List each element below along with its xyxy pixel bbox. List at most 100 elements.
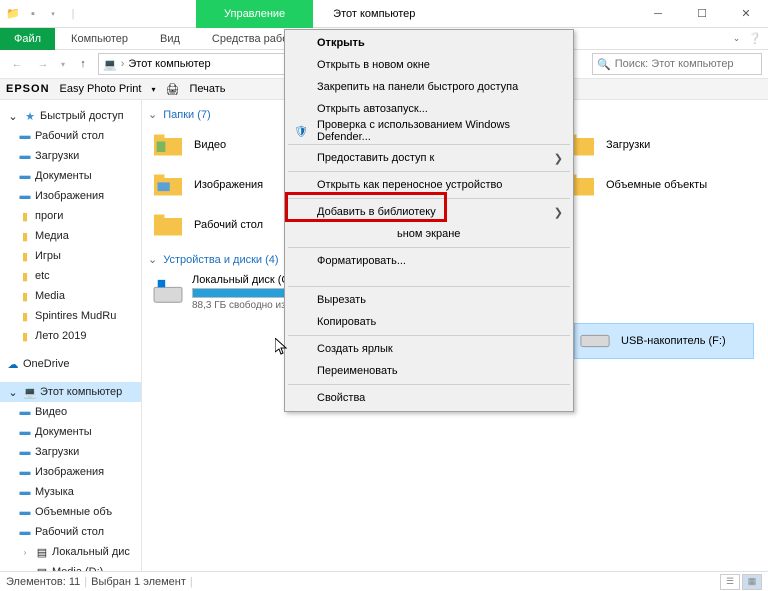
ctx-defender-scan[interactable]: 🛡Проверка с использованием Windows Defen…: [287, 120, 571, 142]
epson-dropdown-icon[interactable]: ▾: [151, 85, 155, 94]
recent-dropdown-icon[interactable]: ▾: [58, 53, 68, 75]
ctx-separator: [288, 335, 570, 336]
submenu-arrow-icon: ❯: [554, 152, 563, 165]
ribbon-tab-manage[interactable]: Управление: [196, 0, 313, 28]
tree-item[interactable]: ▬Объемные объ: [0, 502, 141, 522]
tree-item[interactable]: ▬Видео: [0, 402, 141, 422]
epson-app-name: Easy Photo Print: [60, 83, 142, 95]
ctx-pin-quick-access[interactable]: Закрепить на панели быстрого доступа: [287, 76, 571, 98]
downloads-icon: ▬: [18, 445, 32, 459]
breadcrumb-location: Этот компьютер: [128, 58, 210, 70]
file-tab[interactable]: Файл: [0, 28, 55, 50]
search-icon: 🔍: [597, 58, 611, 71]
status-bar: Элементов: 11 | Выбран 1 элемент | ☰ ▦: [0, 571, 768, 591]
ctx-separator: [288, 286, 570, 287]
ctx-copy[interactable]: Копировать: [287, 311, 571, 333]
documents-icon: ▬: [18, 169, 32, 183]
folder-icon: ▮: [18, 289, 32, 303]
chevron-down-icon: ⌄: [6, 109, 20, 123]
shield-icon: 🛡: [293, 123, 309, 139]
search-box[interactable]: 🔍: [592, 53, 762, 75]
tree-item[interactable]: ›▤Локальный дис: [0, 542, 141, 562]
tree-item[interactable]: ▮Media: [0, 286, 141, 306]
tab-view[interactable]: Вид: [144, 33, 196, 45]
ctx-open-new-window[interactable]: Открыть в новом окне: [287, 54, 571, 76]
close-button[interactable]: ✕: [724, 0, 768, 28]
folder-icon: ▮: [18, 329, 32, 343]
folder-label: Изображения: [194, 179, 263, 191]
view-tiles-button[interactable]: ▦: [742, 574, 762, 590]
tree-item[interactable]: ▬Рабочий стол: [0, 522, 141, 542]
tree-item[interactable]: ▮проги: [0, 206, 141, 226]
minimize-button[interactable]: ─: [636, 0, 680, 28]
tree-item[interactable]: ▮Spintires MudRu: [0, 306, 141, 326]
usb-drive-icon: [577, 326, 613, 356]
ctx-cut[interactable]: Вырезать: [287, 289, 571, 311]
tab-computer[interactable]: Компьютер: [55, 33, 144, 45]
tree-this-pc[interactable]: ⌄💻Этот компьютер: [0, 382, 141, 402]
tree-item[interactable]: ▬Документы: [0, 422, 141, 442]
folder-downloads[interactable]: Загрузки: [560, 127, 750, 163]
tree-item[interactable]: ▬Изображения: [0, 186, 141, 206]
desktop-folder-icon: [150, 210, 186, 240]
back-button[interactable]: ←: [6, 53, 28, 75]
folder-icon: ▮: [18, 269, 32, 283]
desktop-icon: ▬: [18, 129, 32, 143]
tree-item[interactable]: ▬Загрузки: [0, 442, 141, 462]
music-icon: ▬: [18, 485, 32, 499]
search-input[interactable]: [615, 58, 757, 70]
tree-item[interactable]: ▮etc: [0, 266, 141, 286]
maximize-button[interactable]: ☐: [680, 0, 724, 28]
ribbon-expand-icon[interactable]: ⌄: [733, 33, 741, 44]
ctx-create-shortcut[interactable]: Создать ярлык: [287, 338, 571, 360]
epson-print[interactable]: Печать: [189, 83, 225, 95]
star-icon: ★: [23, 109, 37, 123]
ctx-rename[interactable]: Переименовать: [287, 360, 571, 382]
ctx-partial[interactable]: [287, 272, 571, 284]
tree-item[interactable]: ▮Лето 2019: [0, 326, 141, 346]
ctx-properties[interactable]: Свойства: [287, 387, 571, 409]
status-elements: Элементов: 11: [6, 576, 80, 588]
ctx-pin-start[interactable]: ьном экране: [287, 223, 571, 245]
folder-icon: ▮: [18, 309, 32, 323]
context-menu: Открыть Открыть в новом окне Закрепить н…: [284, 29, 574, 412]
forward-button[interactable]: →: [32, 53, 54, 75]
tree-item[interactable]: ▬Рабочий стол: [0, 126, 141, 146]
folder-3d-objects[interactable]: Объемные объекты: [560, 167, 750, 203]
drive-usb[interactable]: USB-накопитель (F:): [574, 323, 754, 359]
ctx-format[interactable]: Форматировать...: [287, 250, 571, 272]
3d-icon: ▬: [18, 505, 32, 519]
nav-tree: ⌄★Быстрый доступ ▬Рабочий стол ▬Загрузки…: [0, 100, 142, 572]
tree-item[interactable]: ▬Загрузки: [0, 146, 141, 166]
drive-icon: ▤: [35, 545, 49, 559]
folder-label: Видео: [194, 139, 226, 151]
tree-item[interactable]: ▬Изображения: [0, 462, 141, 482]
ctx-separator: [288, 247, 570, 248]
up-button[interactable]: ↑: [72, 53, 94, 75]
chevron-right-icon: ›: [121, 58, 125, 70]
tree-item[interactable]: ▬Документы: [0, 166, 141, 186]
tree-item[interactable]: ▮Игры: [0, 246, 141, 266]
folder-label: Объемные объекты: [606, 179, 707, 191]
ctx-separator: [288, 171, 570, 172]
qat-dropdown-icon[interactable]: ▾: [44, 5, 62, 23]
pictures-icon: ▬: [18, 465, 32, 479]
qat-item[interactable]: ▪: [24, 5, 42, 23]
tree-item[interactable]: ▮Медиа: [0, 226, 141, 246]
tree-onedrive[interactable]: ☁OneDrive: [0, 354, 141, 374]
help-icon[interactable]: ❔: [748, 32, 762, 45]
ctx-share-access[interactable]: Предоставить доступ к❯: [287, 147, 571, 169]
ctx-open-autoplay[interactable]: Открыть автозапуск...: [287, 98, 571, 120]
ctx-separator: [288, 384, 570, 385]
status-selected: Выбран 1 элемент: [91, 576, 186, 588]
tree-item[interactable]: ▬Музыка: [0, 482, 141, 502]
ctx-open[interactable]: Открыть: [287, 32, 571, 54]
ctx-add-to-library[interactable]: Добавить в библиотеку❯: [287, 201, 571, 223]
pictures-icon: ▬: [18, 189, 32, 203]
desktop-icon: ▬: [18, 525, 32, 539]
view-details-button[interactable]: ☰: [720, 574, 740, 590]
tree-quick-access[interactable]: ⌄★Быстрый доступ: [0, 106, 141, 126]
ctx-open-portable[interactable]: Открыть как переносное устройство: [287, 174, 571, 196]
explorer-icon: 📁: [4, 5, 22, 23]
folder-label: Загрузки: [606, 139, 650, 151]
